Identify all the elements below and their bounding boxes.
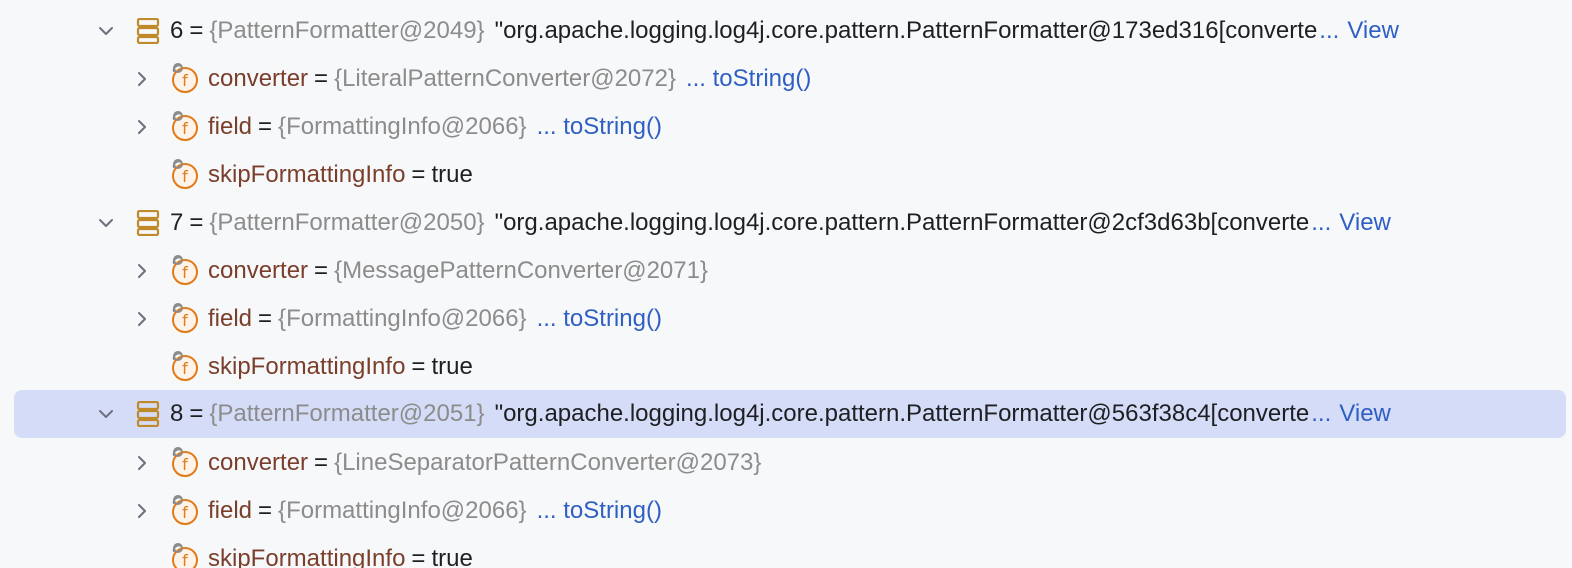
element-value: "org.apache.logging.log4j.core.pattern.P… xyxy=(494,17,1318,44)
array-icon xyxy=(136,400,160,428)
chevron-down-icon[interactable] xyxy=(96,404,116,424)
field-name: converter xyxy=(208,449,309,476)
view-link[interactable]: View xyxy=(1339,209,1391,237)
field-type: {FormattingInfo@2066} xyxy=(278,305,527,332)
tree-row-field-skipformattinginfo[interactable]: f skipFormattingInfo = true xyxy=(0,151,1572,199)
element-index: 8 xyxy=(170,400,184,427)
ellipsis: ... xyxy=(1319,17,1340,44)
equals-sign: = xyxy=(258,497,273,524)
equals-sign: = xyxy=(189,400,204,427)
chevron-right-icon[interactable] xyxy=(132,261,152,281)
field-type: {LineSeparatorPatternConverter@2073} xyxy=(334,449,762,476)
element-type: {PatternFormatter@2050} xyxy=(209,209,485,236)
chevron-down-icon[interactable] xyxy=(96,213,116,233)
chevron-right-icon[interactable] xyxy=(132,453,152,473)
field-name: skipFormattingInfo xyxy=(208,545,406,568)
field-icon: f xyxy=(168,62,202,94)
equals-sign: = xyxy=(258,113,273,140)
field-value: true xyxy=(431,353,473,380)
equals-sign: = xyxy=(314,257,329,284)
tree-row-field-converter[interactable]: f converter = {LiteralPatternConverter@2… xyxy=(0,55,1572,103)
svg-text:f: f xyxy=(182,455,188,474)
tree-row-element-8[interactable]: 8 = {PatternFormatter@2051} "org.apache.… xyxy=(0,390,1572,438)
tree-row-field-field[interactable]: f field = {FormattingInfo@2066} ... toSt… xyxy=(0,295,1572,343)
chevron-right-icon[interactable] xyxy=(132,69,152,89)
field-icon: f xyxy=(168,158,202,190)
element-value: "org.apache.logging.log4j.core.pattern.P… xyxy=(494,400,1310,427)
field-name: converter xyxy=(208,257,309,284)
tostring-link[interactable]: ... toString() xyxy=(537,497,662,525)
chevron-right-icon[interactable] xyxy=(132,117,152,137)
svg-text:f: f xyxy=(182,263,188,282)
field-name: field xyxy=(208,497,253,524)
field-name: skipFormattingInfo xyxy=(208,353,406,380)
ellipsis: ... xyxy=(1311,209,1332,236)
tree-row-field-field[interactable]: f field = {FormattingInfo@2066} ... toSt… xyxy=(0,487,1572,535)
svg-text:f: f xyxy=(182,503,188,522)
element-value: "org.apache.logging.log4j.core.pattern.P… xyxy=(494,209,1310,236)
ellipsis: ... xyxy=(1311,400,1332,427)
field-name: converter xyxy=(208,65,309,92)
element-type: {PatternFormatter@2049} xyxy=(209,17,485,44)
svg-text:f: f xyxy=(182,311,188,330)
chevron-down-icon[interactable] xyxy=(96,21,116,41)
equals-sign: = xyxy=(411,545,426,568)
array-icon xyxy=(136,17,160,45)
field-type: {LiteralPatternConverter@2072} xyxy=(334,65,676,92)
view-link[interactable]: View xyxy=(1339,400,1391,428)
tree-row-element-7[interactable]: 7 = {PatternFormatter@2050} "org.apache.… xyxy=(0,199,1572,247)
equals-sign: = xyxy=(258,305,273,332)
element-index: 6 xyxy=(170,17,184,44)
field-icon: f xyxy=(168,494,202,526)
tostring-link[interactable]: ... toString() xyxy=(686,65,811,93)
equals-sign: = xyxy=(189,17,204,44)
field-type: {FormattingInfo@2066} xyxy=(278,497,527,524)
element-index: 7 xyxy=(170,209,184,236)
field-icon: f xyxy=(168,302,202,334)
svg-text:f: f xyxy=(182,359,188,378)
field-name: skipFormattingInfo xyxy=(208,161,406,188)
tostring-link[interactable]: ... toString() xyxy=(537,305,662,333)
field-name: field xyxy=(208,113,253,140)
field-icon: f xyxy=(168,110,202,142)
svg-text:f: f xyxy=(182,119,188,138)
field-type: {FormattingInfo@2066} xyxy=(278,113,527,140)
field-type: {MessagePatternConverter@2071} xyxy=(334,257,708,284)
chevron-right-icon[interactable] xyxy=(132,501,152,521)
field-value: true xyxy=(431,161,473,188)
field-icon: f xyxy=(168,542,202,568)
svg-text:f: f xyxy=(182,551,188,568)
tree-row-field-skipformattinginfo[interactable]: f skipFormattingInfo = true xyxy=(0,535,1572,568)
field-icon: f xyxy=(168,254,202,286)
svg-text:f: f xyxy=(182,71,188,90)
tree-row-field-converter[interactable]: f converter = {LineSeparatorPatternConve… xyxy=(0,439,1572,487)
element-type: {PatternFormatter@2051} xyxy=(209,400,485,427)
equals-sign: = xyxy=(314,449,329,476)
variables-tree: 6 = {PatternFormatter@2049} "org.apache.… xyxy=(0,0,1572,568)
view-link[interactable]: View xyxy=(1347,17,1399,45)
equals-sign: = xyxy=(411,353,426,380)
tree-row-field-skipformattinginfo[interactable]: f skipFormattingInfo = true xyxy=(0,343,1572,391)
field-value: true xyxy=(431,545,473,568)
field-name: field xyxy=(208,305,253,332)
svg-text:f: f xyxy=(182,167,188,186)
array-icon xyxy=(136,209,160,237)
equals-sign: = xyxy=(189,209,204,236)
chevron-right-icon[interactable] xyxy=(132,309,152,329)
tree-row-field-converter[interactable]: f converter = {MessagePatternConverter@2… xyxy=(0,247,1572,295)
equals-sign: = xyxy=(314,65,329,92)
equals-sign: = xyxy=(411,161,426,188)
tostring-link[interactable]: ... toString() xyxy=(537,113,662,141)
tree-row-element-6[interactable]: 6 = {PatternFormatter@2049} "org.apache.… xyxy=(0,7,1572,55)
tree-row-field-field[interactable]: f field = {FormattingInfo@2066} ... toSt… xyxy=(0,103,1572,151)
field-icon: f xyxy=(168,350,202,382)
field-icon: f xyxy=(168,446,202,478)
